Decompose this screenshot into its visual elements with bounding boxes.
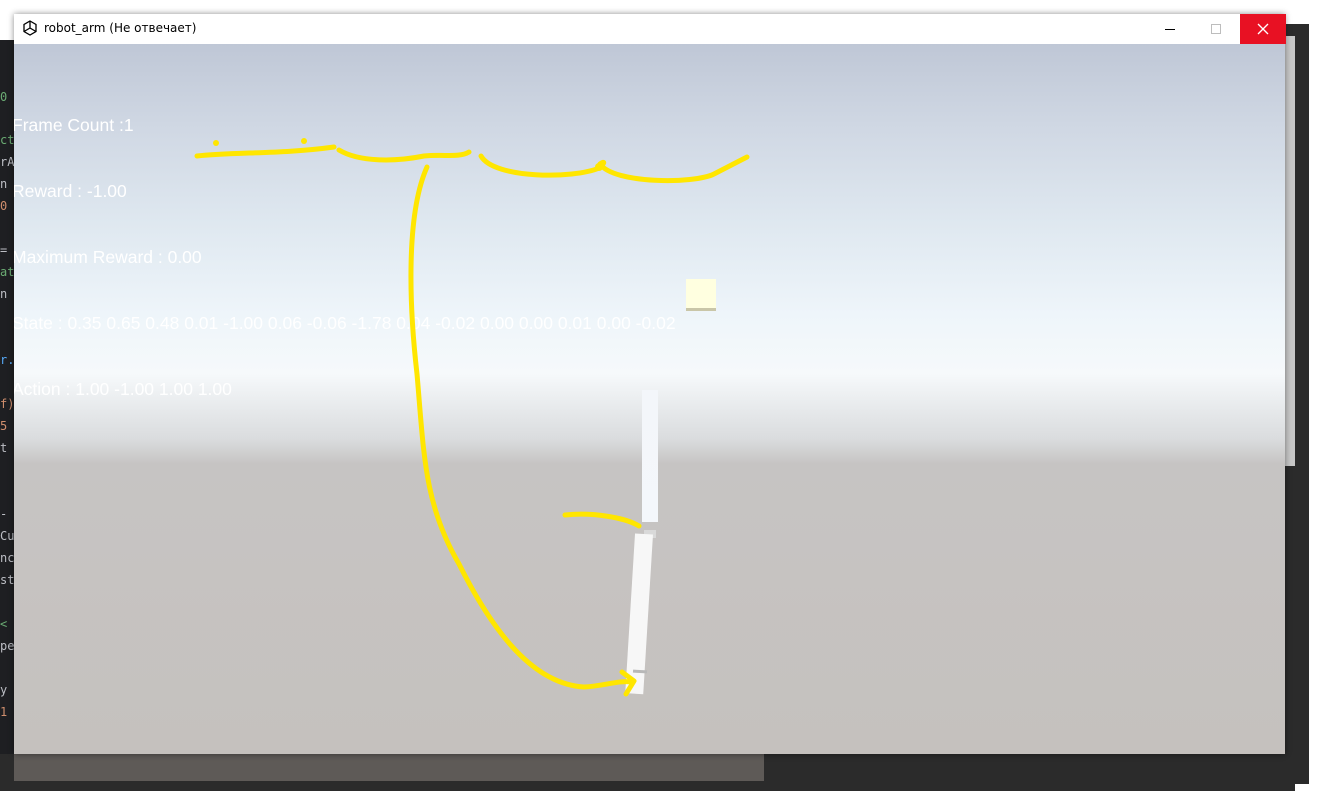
code-fragment: ct [0, 133, 15, 147]
editor-bottom-panel [14, 754, 764, 781]
annotation-brace-1 [194, 144, 337, 159]
code-fragment: 0 [0, 199, 8, 213]
code-fragment: 1 [0, 705, 8, 719]
code-fragment: rA [0, 155, 15, 169]
unity-logo-icon [23, 20, 37, 36]
code-fragment: t [0, 441, 8, 455]
code-fragment: r. [0, 353, 15, 367]
code-fragment: st [0, 573, 15, 587]
close-icon [1257, 23, 1269, 35]
code-fragment: < [0, 617, 8, 631]
code-fragment: = [0, 243, 8, 257]
window-title: robot_arm (Не отвечает) [44, 21, 197, 35]
minimize-button[interactable] [1147, 14, 1193, 44]
code-editor-panel [0, 40, 14, 791]
annotation-brace-2 [336, 147, 472, 163]
game-viewport[interactable]: Frame Count :1 Reward : -1.00 Maximum Re… [14, 44, 1285, 754]
maximize-button[interactable] [1193, 14, 1239, 44]
maximize-icon [1211, 24, 1221, 34]
code-fragment: n [0, 287, 8, 301]
yellow-annotation-marks [194, 138, 750, 697]
close-button[interactable] [1240, 14, 1286, 44]
minimize-icon [1165, 29, 1175, 30]
code-fragment: - [0, 507, 8, 521]
code-fragment: nc [0, 551, 15, 565]
annotation-arrow-line [408, 164, 635, 690]
code-fragment: 5 [0, 419, 8, 433]
unity-player-window[interactable]: robot_arm (Не отвечает) Frame Count :1 R… [14, 14, 1286, 754]
code-fragment: pe [0, 639, 15, 653]
annotation-brace-3 [478, 153, 750, 184]
code-fragment: Cu [0, 529, 15, 543]
code-fragment: f) [0, 397, 15, 411]
code-fragment: 0 [0, 90, 8, 104]
code-fragment: at [0, 265, 15, 279]
code-fragment: n [0, 177, 8, 191]
title-bar[interactable]: robot_arm (Не отвечает) [14, 14, 1286, 44]
annotation-joint-mark [562, 511, 642, 529]
code-fragment: y [0, 683, 8, 697]
editor-scrollbar[interactable] [1285, 36, 1295, 466]
